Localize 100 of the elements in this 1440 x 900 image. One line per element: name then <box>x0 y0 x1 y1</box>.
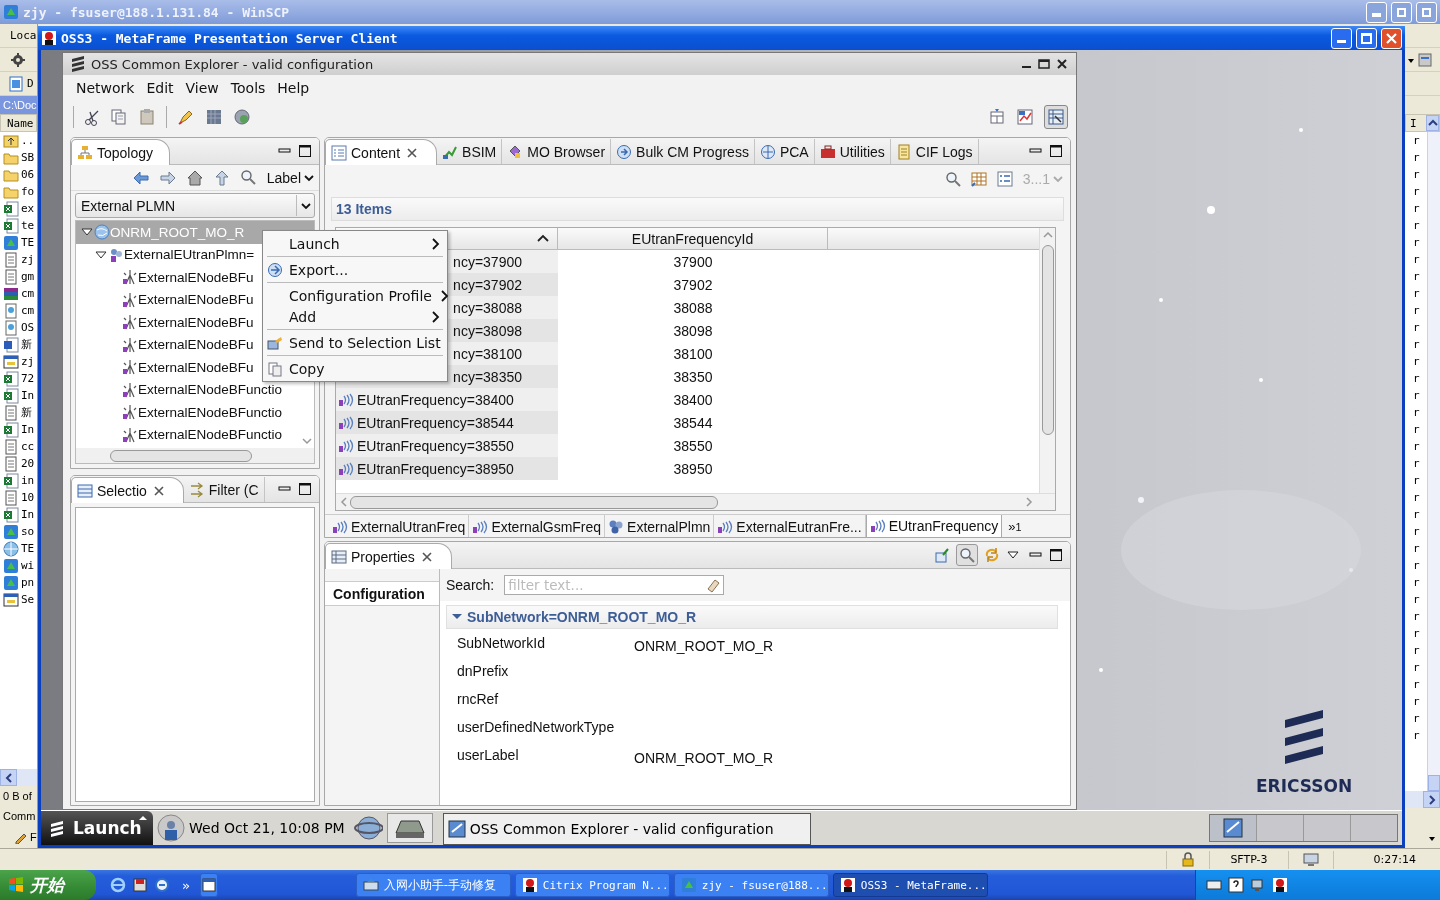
toolbar-icon[interactable] <box>1016 108 1034 126</box>
file-name[interactable]: SB <box>21 151 35 164</box>
menu-item[interactable]: View <box>180 78 224 98</box>
file-name[interactable]: 10 <box>21 491 35 504</box>
search-icon[interactable] <box>944 171 961 187</box>
pin-icon[interactable] <box>934 547 950 563</box>
file-name[interactable]: TE <box>21 542 35 555</box>
file-name[interactable]: r <box>1413 508 1420 521</box>
maximize-icon[interactable] <box>1048 547 1064 563</box>
file-name[interactable]: r <box>1413 185 1420 198</box>
file-name[interactable]: r <box>1413 321 1420 334</box>
toolbar-icon[interactable] <box>233 108 251 126</box>
file-name[interactable]: cm <box>21 287 35 300</box>
scroll-right-button[interactable] <box>1423 791 1440 808</box>
column-header[interactable]: I <box>1410 116 1417 130</box>
tab[interactable]: ExternalGsmFreq <box>469 515 606 537</box>
file-name[interactable]: 06 <box>21 168 35 181</box>
tab[interactable]: ExternalEutranFre... <box>714 515 866 537</box>
file-name[interactable]: r <box>1413 474 1420 487</box>
maximize-icon[interactable] <box>1048 143 1064 159</box>
app-icon[interactable] <box>1272 877 1288 893</box>
file-name[interactable]: wi <box>21 559 35 572</box>
file-name[interactable]: r <box>1413 423 1420 436</box>
file-name[interactable]: r <box>1413 134 1420 147</box>
sync-icon[interactable] <box>984 547 1000 563</box>
globe-icon[interactable] <box>352 813 383 843</box>
tab[interactable]: Selectio <box>71 477 184 503</box>
file-name[interactable]: Se <box>21 593 35 606</box>
home-icon[interactable] <box>185 168 204 187</box>
gear-icon[interactable] <box>10 51 26 68</box>
file-name[interactable]: 20 <box>21 457 35 470</box>
file-name[interactable]: r <box>1413 695 1420 708</box>
label-dropdown[interactable]: Label <box>266 169 315 186</box>
file-name[interactable]: r <box>1413 678 1420 691</box>
browser-icon[interactable] <box>154 877 170 893</box>
file-name[interactable]: te <box>21 219 35 232</box>
file-name[interactable]: fo <box>21 185 35 198</box>
file-name[interactable]: in <box>21 474 35 487</box>
taskbar-button[interactable]: Citrix Program N... <box>514 873 670 897</box>
taskbar-button[interactable]: zjy - fsuser@188... <box>673 873 829 897</box>
file-name[interactable]: pn <box>21 576 35 589</box>
tab[interactable]: Filter (C <box>183 477 265 502</box>
file-name[interactable]: r <box>1413 304 1420 317</box>
taskbar-button[interactable]: OSS Common Explorer - valid configuration <box>442 813 811 845</box>
tab[interactable]: BSIM <box>437 139 503 164</box>
browser-icon[interactable] <box>110 877 126 893</box>
file-name[interactable]: zj <box>21 253 35 266</box>
plmn-dropdown[interactable]: External PLMN <box>75 193 315 218</box>
file-name[interactable]: 新 <box>21 337 32 352</box>
file-name[interactable]: 新 <box>21 405 32 420</box>
file-name[interactable]: r <box>1413 440 1420 453</box>
tab[interactable]: Utilities <box>814 139 891 164</box>
file-name[interactable]: r <box>1413 372 1420 385</box>
file-name[interactable]: r <box>1413 729 1420 742</box>
file-name[interactable]: cc <box>21 440 35 453</box>
tab[interactable]: MO Browser <box>502 139 612 164</box>
menu-item[interactable]: Edit <box>141 78 179 98</box>
toolbar-icon[interactable] <box>177 108 195 126</box>
file-name[interactable]: r <box>1413 576 1420 589</box>
close-button[interactable] <box>1381 27 1402 49</box>
file-name[interactable]: zj <box>21 355 35 368</box>
menu-item[interactable]: Help <box>272 78 315 98</box>
network-icon[interactable] <box>1250 877 1266 893</box>
menu-item[interactable]: Tools <box>225 78 271 98</box>
taskbar-button[interactable]: OSS3 - MetaFrame... <box>832 873 988 897</box>
file-name[interactable]: so <box>21 525 35 538</box>
keyboard-icon[interactable] <box>1206 877 1222 893</box>
file-name[interactable]: r <box>1413 610 1420 623</box>
start-button[interactable]: 开始 <box>0 870 96 900</box>
file-name[interactable]: In <box>21 423 35 436</box>
file-name[interactable]: In <box>21 508 35 521</box>
file-name[interactable]: r <box>1413 491 1420 504</box>
file-name[interactable]: r <box>1413 168 1420 181</box>
file-name[interactable]: r <box>1413 338 1420 351</box>
file-name[interactable]: cm <box>21 304 35 317</box>
minimize-button[interactable] <box>1331 27 1352 49</box>
file-name[interactable]: r <box>1413 219 1420 232</box>
scroll-left-button[interactable] <box>0 769 17 786</box>
file-name[interactable]: r <box>1413 389 1420 402</box>
scroll-down-icon[interactable] <box>302 437 312 445</box>
menu-item[interactable]: Network <box>71 78 140 98</box>
scrollbar[interactable] <box>1405 791 1440 808</box>
section-header[interactable]: SubNetwork=ONRM_ROOT_MO_R <box>446 605 1058 629</box>
scrollbar[interactable] <box>336 493 1055 510</box>
file-name[interactable]: r <box>1413 151 1420 164</box>
overflow-button[interactable]: » <box>182 877 190 893</box>
toolbar-icon[interactable] <box>1417 51 1433 68</box>
tab[interactable]: CIF Logs <box>890 139 979 164</box>
file-name[interactable]: r <box>1413 287 1420 300</box>
file-name[interactable]: r <box>1413 627 1420 640</box>
tab[interactable]: ExternalUtranFreq <box>329 515 470 537</box>
eraser-icon[interactable] <box>705 577 722 593</box>
tab[interactable]: EUtranFrequency <box>865 515 1003 537</box>
menu-item[interactable]: Loca <box>10 29 37 42</box>
toolbar-icon[interactable] <box>110 108 128 126</box>
file-name[interactable]: r <box>1413 661 1420 674</box>
scrollbar[interactable] <box>76 448 314 463</box>
minimize-button[interactable] <box>1366 1 1387 23</box>
tab[interactable]: Bulk CM Progress <box>611 139 755 164</box>
tab[interactable]: PCA <box>754 139 815 164</box>
